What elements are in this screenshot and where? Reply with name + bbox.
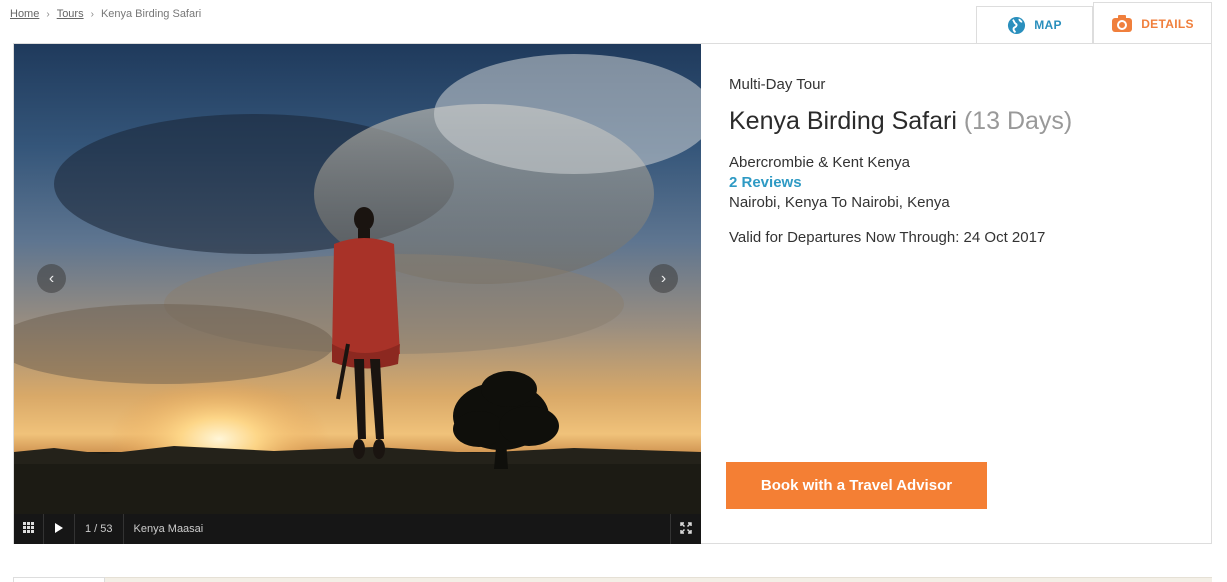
camera-icon — [1111, 14, 1133, 33]
tour-type: Multi-Day Tour — [729, 76, 826, 93]
grid-icon — [23, 522, 34, 536]
photo-counter: 1 / 53 — [75, 514, 124, 544]
globe-icon — [1007, 16, 1026, 35]
expand-icon — [680, 521, 692, 537]
tour-info: Multi-Day Tour Kenya Birding Safari (13 … — [729, 74, 1189, 246]
breadcrumb-tours-link[interactable]: Tours — [57, 8, 84, 20]
tab-details-label: DETAILS — [1141, 16, 1194, 31]
tab-details[interactable]: DETAILS — [1093, 2, 1212, 44]
reviews-link[interactable]: 2 Reviews — [729, 174, 1189, 191]
tour-title: Kenya Birding Safari (13 Days) — [729, 107, 1189, 136]
tour-operator: Abercrombie & Kent Kenya — [729, 154, 910, 171]
photo-caption: Kenya Maasai — [133, 523, 204, 535]
chevron-right-icon: › — [46, 8, 50, 20]
breadcrumb-current: Kenya Birding Safari — [100, 8, 202, 20]
tour-route: Nairobi, Kenya To Nairobi, Kenya — [729, 194, 950, 211]
gallery-toolbar: 1 / 53 Kenya Maasai — [14, 514, 701, 544]
photo-scene — [14, 54, 701, 514]
grid-view-button[interactable] — [14, 514, 44, 544]
lower-section-edge — [13, 577, 1212, 582]
book-travel-advisor-button[interactable]: Book with a Travel Advisor — [726, 462, 987, 509]
fullscreen-button[interactable] — [670, 514, 701, 544]
lower-tab-edge — [13, 577, 105, 582]
chevron-right-icon: › — [90, 8, 94, 20]
play-icon — [55, 522, 63, 536]
tab-map-label: MAP — [1034, 18, 1062, 32]
tab-map[interactable]: MAP — [976, 6, 1093, 44]
tour-duration: (13 Days) — [963, 107, 1073, 135]
gallery-photo — [14, 44, 701, 514]
view-tabs: MAP DETAILS — [976, 2, 1212, 44]
chevron-left-icon: ‹ — [48, 269, 55, 287]
gallery-next-button[interactable]: › — [649, 264, 678, 293]
tour-name: Kenya Birding Safari — [729, 107, 957, 135]
breadcrumb: Home › Tours › Kenya Birding Safari — [10, 8, 201, 20]
chevron-right-icon: › — [660, 269, 667, 287]
breadcrumb-home-link[interactable]: Home — [10, 8, 39, 20]
tour-validity: Valid for Departures Now Through: 24 Oct… — [729, 229, 1046, 246]
slideshow-play-button[interactable] — [44, 514, 75, 544]
gallery-prev-button[interactable]: ‹ — [37, 264, 66, 293]
